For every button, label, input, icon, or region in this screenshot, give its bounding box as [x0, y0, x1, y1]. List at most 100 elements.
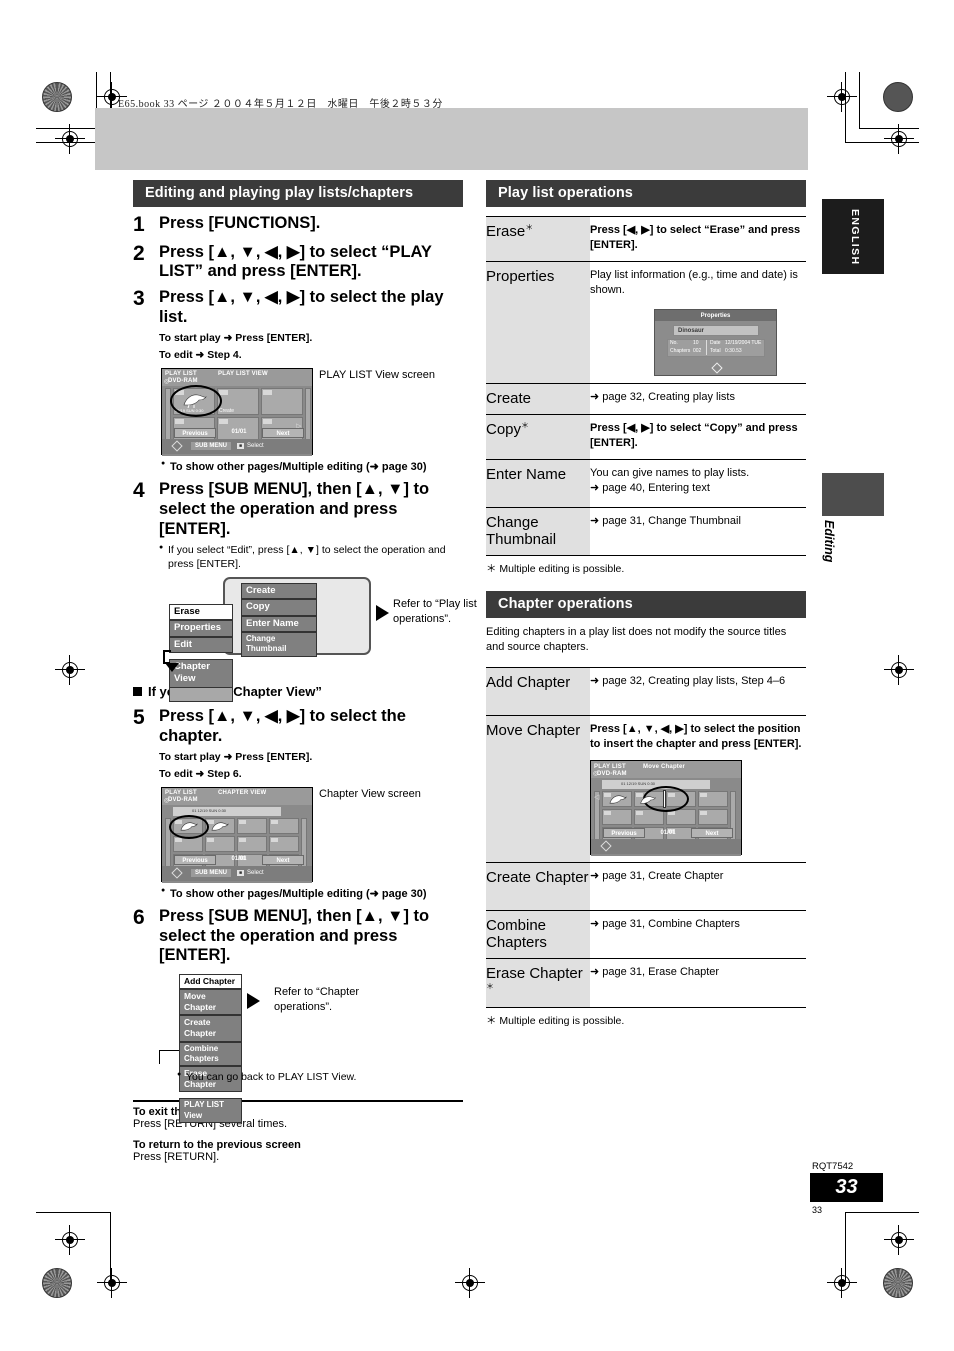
chapter-menu-combine-chapters[interactable]: Combine Chapters [179, 1041, 242, 1067]
chapter-previous-button[interactable]: Previous [174, 854, 216, 865]
chapter-screen-navbar: Previous 01/01 Next [162, 854, 312, 866]
page-header-band [95, 108, 808, 170]
playlist-next-button[interactable]: Next [262, 428, 304, 439]
registration-mark-mid-right [884, 655, 914, 685]
playlist-screen-navbar: Previous 01/01 Next [162, 428, 312, 439]
step-3-start-play: To start play ➜ Press [ENTER]. [159, 331, 313, 344]
submenu-item-properties[interactable]: Properties [169, 620, 233, 637]
op-desc-create-chapter: ➜ page 31, Create Chapter [590, 861, 806, 911]
playlist-cell [261, 388, 303, 416]
disc-icon: ◎ [164, 797, 170, 804]
color-registration-swatch-topright [883, 82, 913, 112]
op-name-create: Create [486, 382, 590, 415]
chapter-submenu-list: Add Chapter Move Chapter Create Chapter … [179, 974, 242, 1124]
op-name-combine-chapters: Combine Chapters [486, 909, 590, 959]
left-column: Editing and playing play lists/chapters … [133, 180, 477, 1163]
chapter-next-button[interactable]: Next [262, 854, 304, 865]
chapter-menu-move-chapter[interactable]: Move Chapter [179, 989, 242, 1016]
asterisk-marker: ＊ [521, 420, 530, 430]
step-2-number: 2 [133, 241, 145, 265]
connector-line-horizontal [163, 649, 171, 652]
chapter-screen-caption: Chapter View screen [319, 787, 421, 800]
playlist-page-count: 01/01 [231, 429, 247, 436]
refer-chapter-operations-text: Refer to “Chapter operations”. [274, 986, 359, 1014]
document-code: RQT7542 [812, 1161, 854, 1172]
step-3-title: Press [▲, ▼, ◀, ▶] to select the play li… [159, 288, 444, 327]
page-number-footer: 33 [812, 1205, 823, 1215]
op-desc-move-chapter-text: Press [▲, ▼, ◀, ▶] to select the positio… [590, 722, 802, 751]
chapter-cell [205, 835, 235, 852]
op-desc-combine-chapters: ➜ page 31, Combine Chapters [590, 909, 806, 959]
properties-total-label: Total [710, 347, 721, 354]
move-chapter-navbar: Previous 01/01 Next [591, 827, 741, 839]
move-cell [602, 808, 632, 825]
submenu-item-create[interactable]: Create [241, 582, 317, 600]
step-5: 5 Press [▲, ▼, ◀, ▶] to select the chapt… [133, 705, 463, 781]
properties-date-label: Date [710, 339, 721, 346]
dinosaur-thumbnail-icon-2 [640, 795, 657, 804]
step-4-title: Press [SUB MENU], then [▲, ▼] to select … [159, 480, 430, 538]
section-title-chapter-operations: Chapter operations [486, 591, 806, 619]
move-cell [698, 808, 728, 825]
chapter-screen-footer: SUB MENU ■ Select [162, 865, 312, 881]
chapter-menu-add-chapter[interactable]: Add Chapter [179, 974, 242, 990]
playlist-submenu-chip[interactable]: SUB MENU [191, 442, 232, 451]
op-label: Erase Chapter [486, 965, 583, 983]
chapter-screen-label: PLAY LIST [165, 789, 197, 796]
chapter-menu-playlist-view[interactable]: PLAY LIST View [179, 1098, 242, 1124]
chapter-operations-table: Add Chapter ➜ page 32, Creating play lis… [486, 666, 806, 1008]
chapter-submenu-chip[interactable]: SUB MENU [191, 868, 232, 877]
op-label: Enter Name [486, 465, 567, 483]
submenu-item-enter-name[interactable]: Enter Name [241, 615, 317, 632]
op-desc-properties: Play list information (e.g., time and da… [590, 260, 806, 384]
submenu-empty-slot [169, 687, 233, 702]
op-desc-change-thumbnail: ➜ page 31, Change Thumbnail [590, 506, 806, 557]
op-desc-copy: Press [◀, ▶] to select “Copy” and press … [590, 413, 806, 460]
properties-divider [706, 339, 707, 355]
enter-key-icon: ■ [237, 869, 245, 876]
op-desc-move-chapter: Press [▲, ▼, ◀, ▶] to select the positio… [590, 714, 806, 863]
properties-no-label: No. [670, 339, 678, 346]
chapter-title-text: 01 12/19 SUN 0:30 [192, 807, 227, 813]
refer-arrow-icon [376, 604, 389, 621]
step-5-number: 5 [133, 705, 145, 729]
multi-edit-note-chapter: To show other pages/Multiple editing (➜ … [161, 887, 463, 900]
page-number-badge: 33 [810, 1173, 883, 1202]
submenu-item-erase[interactable]: Erase [169, 603, 233, 621]
step-1-title: Press [FUNCTIONS]. [159, 214, 321, 232]
op-name-add-chapter: Add Chapter [486, 666, 590, 716]
op-desc-erase-chapter: ➜ page 31, Erase Chapter [590, 958, 806, 1008]
step-3-edit: To edit ➜ Step 4. [159, 349, 242, 362]
step-4-note: If you select “Edit”, press [▲, ▼] to se… [159, 543, 463, 571]
book-file-header: E65.book 33 ページ ２００４年５月１２日 水曜日 午後２時５３分 [118, 99, 443, 110]
move-next-button[interactable]: Next [691, 827, 733, 838]
op-name-move-chapter: Move Chapter [486, 714, 590, 863]
op-label: Move Chapter [486, 721, 581, 739]
chapter-menu-create-chapter[interactable]: Create Chapter [179, 1015, 242, 1042]
step-4-number: 4 [133, 479, 145, 503]
table-row: Copy＊ Press [◀, ▶] to select “Copy” and … [486, 413, 806, 460]
chapter-ops-intro: Editing chapters in a play list does not… [486, 626, 787, 654]
table-row: Create ➜ page 32, Creating play lists [486, 382, 806, 415]
step-1: 1 Press [FUNCTIONS]. [133, 213, 463, 237]
section-thumb-tab [822, 473, 884, 516]
submenu-item-copy[interactable]: Copy [241, 599, 317, 616]
move-previous-button[interactable]: Previous [603, 827, 645, 838]
chapter-screen-mode: CHAPTER VIEW [218, 789, 267, 796]
trim-mark-top-right-v2 [859, 72, 860, 128]
playlist-previous-button[interactable]: Previous [174, 428, 216, 439]
op-name-erase-chapter: Erase Chapter＊ [486, 958, 590, 1008]
step-1-number: 1 [133, 213, 145, 236]
submenu-item-edit[interactable]: Edit [169, 636, 233, 653]
playlist-view-screen: PLAY LIST DVD-RAM ◎ PLAY LIST VIEW 12/19… [161, 368, 313, 457]
dinosaur-thumbnail-icon [180, 822, 198, 831]
trim-mark-bottom-left-h [36, 1212, 110, 1213]
trim-mark-bottom-right-v [845, 1212, 846, 1282]
properties-screen: Properties Dinosaur No. 10 Chapters 002 … [654, 308, 777, 376]
return-screen-title: To return to the previous screen [133, 1139, 301, 1152]
section-title-editing-playing: Editing and playing play lists/chapters [133, 180, 463, 207]
submenu-item-change-thumbnail[interactable]: Change Thumbnail [241, 631, 317, 657]
op-desc-enter-name: You can give names to play lists. ➜ page… [590, 458, 806, 508]
asterisk-marker: ＊ [525, 223, 534, 232]
op-name-change-thumbnail: Change Thumbnail [486, 506, 590, 557]
